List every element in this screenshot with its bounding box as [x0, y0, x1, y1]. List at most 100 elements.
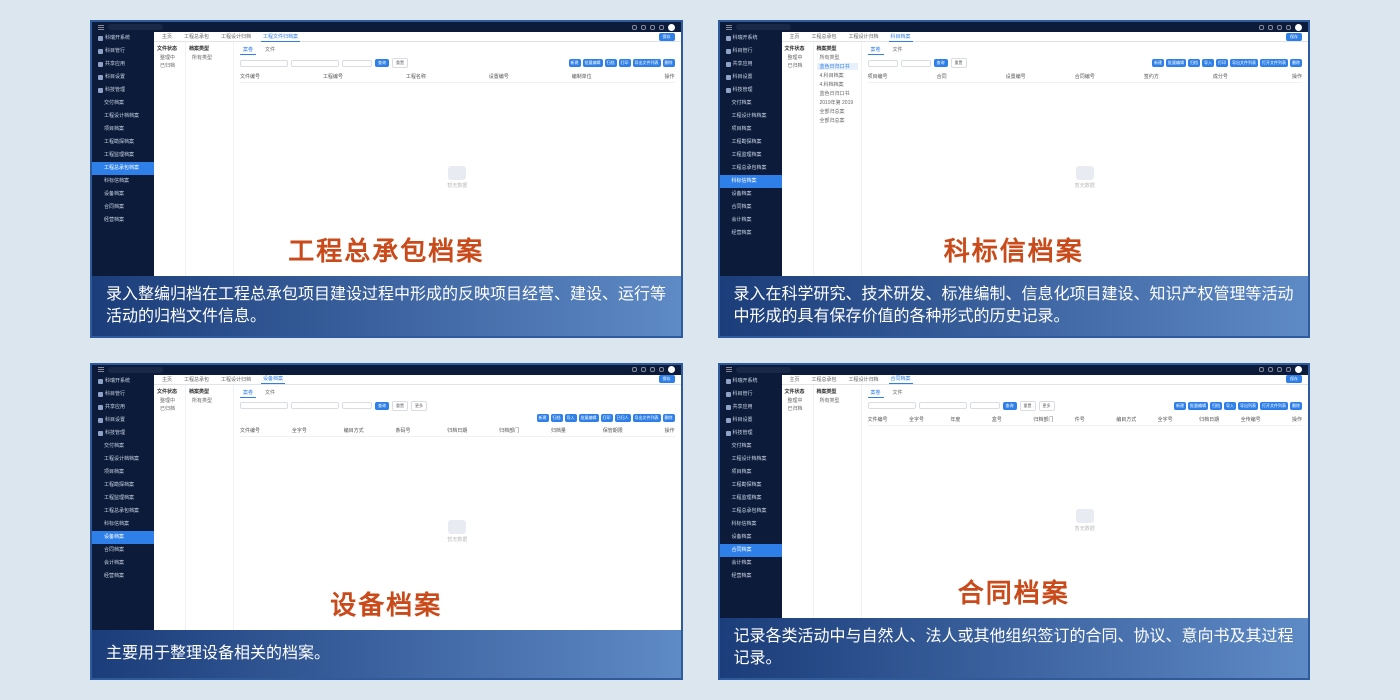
filter-item[interactable]: 已归档	[785, 62, 810, 69]
sidebar-item[interactable]: 共享应用	[92, 401, 154, 414]
sidebar-sub-item[interactable]: 交付档案	[720, 97, 782, 110]
filter-item[interactable]: 已归档	[785, 405, 810, 412]
more-button[interactable]: 更多	[411, 401, 427, 411]
archive-button[interactable]: 归档	[605, 59, 617, 67]
sidebar-sub-item[interactable]: 科标信档案	[92, 175, 154, 188]
tab[interactable]: 主页	[788, 375, 802, 384]
new-button[interactable]: 新建	[1174, 402, 1186, 410]
sidebar-sub-epc[interactable]: 工程总承包档案	[92, 162, 154, 175]
sub-tab[interactable]: 案卷	[868, 45, 884, 55]
sidebar-sub-item[interactable]: 设备档案	[720, 531, 782, 544]
sidebar-item[interactable]: 共享应用	[720, 58, 782, 71]
gear-icon[interactable]	[1286, 25, 1291, 30]
delete-button[interactable]: 删除	[663, 59, 675, 67]
sidebar-item[interactable]: 科目设置	[92, 414, 154, 427]
new-button[interactable]: 新建	[1152, 59, 1164, 67]
sidebar-sub-item[interactable]: 工程勘探档案	[92, 136, 154, 149]
sub-tab[interactable]: 文件	[262, 388, 278, 398]
tab[interactable]: 工程设计归档	[847, 32, 881, 41]
export-button[interactable]: 导出文件列表	[1230, 59, 1258, 67]
batch-edit-button[interactable]: 批量编辑	[579, 414, 599, 422]
sub-tab[interactable]: 案卷	[240, 388, 256, 398]
new-button[interactable]: 新建	[537, 414, 549, 422]
tree-item[interactable]: 全部归总案	[817, 117, 858, 124]
sub-tab[interactable]: 文件	[890, 45, 906, 55]
tree-item[interactable]: 蓝色日归口书	[817, 63, 858, 70]
sidebar-sub-equipment[interactable]: 设备档案	[92, 531, 154, 544]
sidebar-item[interactable]: 科瑞开系统	[720, 32, 782, 45]
hamburger-icon[interactable]	[726, 367, 732, 372]
home-icon[interactable]	[632, 367, 637, 372]
tab[interactable]: 工程总承包	[182, 375, 211, 384]
sidebar-sub-item[interactable]: 工程监理档案	[92, 149, 154, 162]
sidebar-item[interactable]: 科目设置	[720, 71, 782, 84]
batch-edit-button[interactable]: 批量编辑	[1166, 59, 1186, 67]
import-button[interactable]: 导入	[565, 414, 577, 422]
sidebar-sub-item[interactable]: 工程监理档案	[720, 492, 782, 505]
archive-button[interactable]: 归档	[1188, 59, 1200, 67]
sidebar-item[interactable]: 科目管行	[720, 45, 782, 58]
archive-button[interactable]: 归档	[1210, 402, 1222, 410]
avatar[interactable]	[1295, 24, 1302, 31]
sidebar-sub-item[interactable]: 经营档案	[92, 214, 154, 227]
sidebar-sub-item[interactable]: 会计档案	[720, 214, 782, 227]
owner-button[interactable]: 已归人	[615, 414, 631, 422]
sidebar-sub-item[interactable]: 工程总承包档案	[720, 162, 782, 175]
sidebar-item[interactable]: 科目管行	[720, 388, 782, 401]
sidebar-sub-item[interactable]: 工程总承包档案	[720, 505, 782, 518]
tab[interactable]: 工程总承包	[182, 32, 211, 41]
delete-button[interactable]: 删除	[663, 414, 675, 422]
sidebar-sub-item[interactable]: 经营档案	[720, 227, 782, 240]
title-input[interactable]	[291, 60, 339, 67]
tree-item[interactable]: 所有类型	[189, 397, 230, 404]
sidebar-sub-item[interactable]: 项目档案	[720, 466, 782, 479]
open-button[interactable]: 打开文件列表	[1260, 59, 1288, 67]
avatar[interactable]	[1295, 366, 1302, 373]
global-search[interactable]	[736, 24, 791, 30]
reset-button[interactable]: 重置	[392, 401, 408, 411]
hamburger-icon[interactable]	[726, 25, 732, 30]
sidebar-sub-item[interactable]: 经营档案	[720, 570, 782, 583]
tab-active[interactable]: 合同档案	[889, 374, 913, 384]
sidebar-sub-item[interactable]: 项目档案	[92, 466, 154, 479]
sidebar-sub-contract[interactable]: 合同档案	[720, 544, 782, 557]
title-input[interactable]	[291, 402, 339, 409]
file-no-input[interactable]	[868, 60, 898, 67]
sub-tab[interactable]: 文件	[890, 388, 906, 398]
home-icon[interactable]	[632, 25, 637, 30]
sidebar-sub-item[interactable]: 工程勘探档案	[92, 479, 154, 492]
title-input[interactable]	[919, 402, 967, 409]
sidebar-sub-item[interactable]: 设备档案	[720, 188, 782, 201]
export-button[interactable]: 导出列表	[1238, 402, 1258, 410]
save-button[interactable]: 保存	[1286, 33, 1302, 41]
sidebar-item[interactable]: 共享应用	[92, 58, 154, 71]
filter-item[interactable]: 已归档	[157, 405, 182, 412]
tree-item[interactable]: 4.科档档案	[817, 81, 858, 88]
sidebar-sub-item[interactable]: 工程总承包档案	[92, 505, 154, 518]
sidebar-sub-item[interactable]: 工程勘探档案	[720, 136, 782, 149]
sidebar-item[interactable]: 科技管理	[720, 427, 782, 440]
print-button[interactable]: 打印	[1216, 59, 1228, 67]
bell-icon[interactable]	[641, 25, 646, 30]
sidebar-sub-item[interactable]: 工程勘探档案	[720, 479, 782, 492]
status-select[interactable]	[342, 60, 372, 67]
import-button[interactable]: 导入	[1224, 402, 1236, 410]
sidebar-item[interactable]: 科瑞开系统	[720, 375, 782, 388]
sidebar-sub-item[interactable]: 合同档案	[720, 201, 782, 214]
tree-item[interactable]: 所有类型	[817, 54, 858, 61]
import-button[interactable]: 导入	[1202, 59, 1214, 67]
gear-icon[interactable]	[1286, 367, 1291, 372]
grid-icon[interactable]	[650, 367, 655, 372]
grid-icon[interactable]	[1277, 25, 1282, 30]
avatar[interactable]	[668, 24, 675, 31]
tree-item[interactable]: 2019年第 2019	[817, 99, 858, 106]
tab[interactable]: 工程总承包	[810, 375, 839, 384]
sidebar-item[interactable]: 共享应用	[720, 401, 782, 414]
tab[interactable]: 工程总承包	[810, 32, 839, 41]
filter-item[interactable]: 整理中	[157, 397, 182, 404]
bell-icon[interactable]	[1268, 25, 1273, 30]
title-input[interactable]	[901, 60, 931, 67]
tab-active[interactable]: 工程文件归档案	[261, 32, 300, 42]
search-button[interactable]: 查询	[934, 59, 948, 67]
tree-item[interactable]: 所有类型	[817, 397, 858, 404]
